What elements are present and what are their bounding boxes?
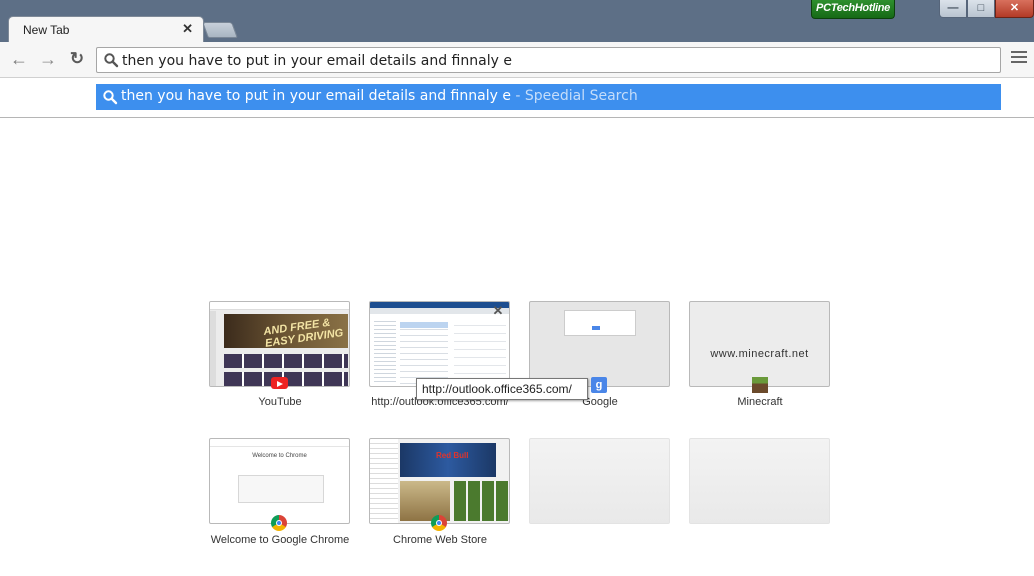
thumb-site-url: www.minecraft.net [710, 348, 809, 360]
browser-window: New Tab ✕ PCTechHotline — □ ✕ ← → ↻ then… [0, 0, 1034, 576]
thumb-sign-in-box [238, 475, 324, 503]
tile-minecraft[interactable]: www.minecraft.net [689, 301, 830, 387]
forward-button[interactable]: → [37, 48, 59, 70]
close-window-button[interactable]: ✕ [995, 0, 1034, 18]
thumb-title: Welcome to Chrome [252, 453, 307, 459]
thumb-category-list [370, 439, 398, 523]
thumb-hero-banner [400, 443, 496, 477]
tile-label-chrome-web-store[interactable]: Chrome Web Store [350, 534, 530, 546]
back-button[interactable]: ← [8, 48, 30, 70]
suggestion-text: then you have to put in your email detai… [121, 88, 638, 104]
thumb-hero-text: Red Bull [436, 451, 469, 460]
brand-logo: PCTechHotline [811, 0, 895, 19]
toolbar: ← → ↻ [0, 42, 1034, 78]
omnibox-dropdown: then you have to put in your email detai… [0, 78, 1034, 118]
thumb-button [592, 326, 600, 330]
maximize-button[interactable]: □ [967, 0, 995, 18]
thumb-folder-pane [374, 318, 396, 384]
remove-thumbnail-icon[interactable]: ✕ [491, 304, 505, 318]
close-tab-icon[interactable]: ✕ [182, 21, 193, 37]
minimize-button[interactable]: — [939, 0, 967, 18]
tile-empty [529, 438, 670, 524]
suggestion-item[interactable]: then you have to put in your email detai… [96, 84, 1001, 110]
thumb-sidebar [210, 311, 216, 386]
tile-label-welcome-chrome[interactable]: Welcome to Google Chrome [190, 534, 370, 546]
minecraft-icon [752, 377, 768, 393]
thumb-selected-message [400, 322, 448, 328]
search-icon [104, 53, 119, 68]
tile-chrome-web-store[interactable]: Red Bull [369, 438, 510, 524]
tile-welcome-chrome[interactable]: Welcome to Chrome [209, 438, 350, 524]
reload-button[interactable]: ↻ [66, 48, 88, 70]
thumb-header [210, 302, 349, 310]
thumb-reading-pane [454, 318, 506, 384]
new-tab-button[interactable] [202, 22, 238, 38]
tile-empty [689, 438, 830, 524]
suggestion-source: - Speedial Search [510, 88, 638, 104]
omnibox[interactable] [96, 47, 1001, 73]
thumb-header [210, 439, 349, 447]
suggestion-query: then you have to put in your email detai… [121, 88, 511, 104]
chrome-icon [431, 515, 447, 531]
title-bar: New Tab ✕ PCTechHotline — □ ✕ [0, 0, 1034, 44]
thumb-toolbar [370, 308, 509, 314]
thumb-app-grid [454, 481, 508, 521]
tile-label-minecraft[interactable]: Minecraft [670, 396, 850, 408]
youtube-icon [271, 377, 288, 389]
tile-google[interactable] [529, 301, 670, 387]
thumb-video-row [224, 354, 348, 368]
tile-outlook[interactable] [369, 301, 510, 387]
tile-label-youtube[interactable]: YouTube [190, 396, 370, 408]
tab-new-tab[interactable]: New Tab ✕ [8, 16, 204, 44]
tab-title: New Tab [23, 23, 70, 37]
chrome-icon [271, 515, 287, 531]
thumb-dialog [564, 310, 636, 336]
tile-youtube[interactable]: AND FREE & EASY DRIVING [209, 301, 350, 387]
url-tooltip: http://outlook.office365.com/ [416, 378, 588, 400]
address-input[interactable] [122, 51, 982, 71]
google-icon: g [591, 377, 607, 393]
search-icon [103, 90, 118, 105]
menu-icon[interactable] [1011, 51, 1027, 67]
